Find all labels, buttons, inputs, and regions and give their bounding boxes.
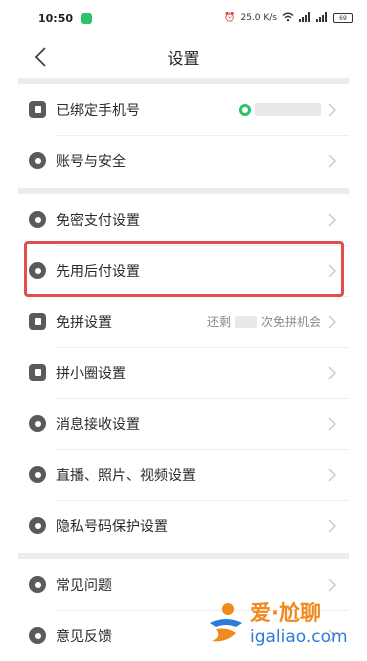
chevron-right-icon [328, 154, 336, 167]
alarm-icon: ⏰ [224, 13, 236, 23]
bag-icon [29, 364, 46, 381]
bound-phone-value [239, 103, 321, 116]
watermark: 爱·尬聊 igaliao.com [206, 595, 364, 657]
key-icon [29, 211, 46, 228]
row-label: 常见问题 [56, 577, 112, 594]
watermark-url: igaliao.com [250, 627, 348, 647]
row-label: 免密支付设置 [56, 212, 140, 229]
chevron-right-icon [328, 468, 336, 481]
row-bound-phone[interactable]: 已绑定手机号 [18, 84, 349, 135]
row-label: 直播、照片、视频设置 [56, 467, 196, 484]
remaining-suffix: 次免拼机会 [260, 315, 321, 329]
network-speed: 25.0 K/s [240, 13, 277, 23]
row-circle-settings[interactable]: 拼小圈设置 [18, 347, 349, 398]
battery-icon: 69 [333, 13, 353, 23]
status-indicators: ⏰ 25.0 K/s 69 [224, 11, 353, 25]
question-icon [29, 576, 46, 593]
watermark-title: 爱·尬聊 [250, 601, 321, 625]
camera-icon [29, 466, 46, 483]
row-label: 免拼设置 [56, 314, 112, 331]
group-buy-remaining: 还剩 次免拼机会 [207, 313, 321, 330]
row-label: 已绑定手机号 [56, 102, 140, 119]
row-label: 意见反馈 [56, 628, 112, 645]
row-media-settings[interactable]: 直播、照片、视频设置 [18, 449, 349, 500]
row-label: 拼小圈设置 [56, 365, 126, 382]
masked-count [234, 315, 257, 328]
chevron-right-icon [328, 366, 336, 379]
row-account-security[interactable]: 账号与安全 [18, 135, 349, 186]
chevron-right-icon [328, 519, 336, 532]
chevron-right-icon [328, 264, 336, 277]
signal-icon [299, 11, 311, 25]
chevron-right-icon [328, 213, 336, 226]
page-title: 设置 [167, 49, 200, 68]
masked-phone-number [255, 103, 321, 116]
row-label: 隐私号码保护设置 [56, 518, 168, 535]
row-group-buy-exempt[interactable]: 免拼设置 还剩 次免拼机会 [18, 296, 349, 347]
wifi-icon [282, 12, 294, 25]
chevron-right-icon [328, 103, 336, 116]
row-label: 先用后付设置 [56, 263, 140, 280]
wechat-icon [239, 103, 251, 116]
message-icon [29, 415, 46, 432]
group-buy-icon [29, 313, 46, 330]
status-time: 10:50 [38, 11, 74, 25]
remaining-prefix: 还剩 [206, 315, 231, 329]
feedback-icon [29, 627, 46, 644]
chevron-right-icon [328, 417, 336, 430]
row-label: 账号与安全 [56, 153, 126, 170]
row-password-free-payment[interactable]: 免密支付设置 [18, 194, 349, 245]
app-notification-icon [81, 12, 93, 24]
signal-icon-2 [316, 11, 328, 25]
shield-icon [29, 152, 46, 169]
privacy-icon [29, 517, 46, 534]
back-arrow-icon[interactable] [30, 45, 54, 69]
row-privacy-number[interactable]: 隐私号码保护设置 [18, 500, 349, 551]
row-message-settings[interactable]: 消息接收设置 [18, 398, 349, 449]
chevron-right-icon [328, 578, 336, 591]
nav-bar: 设置 [18, 38, 349, 76]
watermark-logo-icon [210, 603, 242, 642]
clock-icon [29, 262, 46, 279]
status-bar: 10:50 ⏰ 25.0 K/s 69 [0, 0, 367, 36]
chevron-right-icon [328, 315, 336, 328]
phone-icon [29, 101, 46, 118]
row-pay-later[interactable]: 先用后付设置 [18, 245, 349, 296]
row-label: 消息接收设置 [56, 416, 140, 433]
